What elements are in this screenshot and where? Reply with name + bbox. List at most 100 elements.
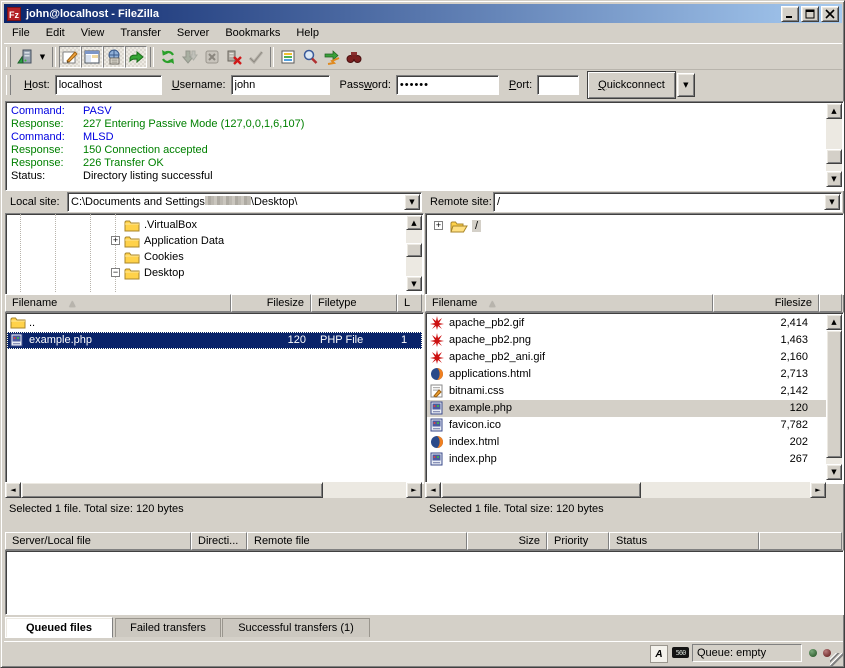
- tab-successful-transfers[interactable]: Successful transfers (1): [222, 618, 370, 637]
- menu-transfer[interactable]: Transfer: [112, 24, 169, 42]
- column-header-direction[interactable]: Directi...: [191, 532, 247, 550]
- list-item[interactable]: favicon.ico 7,782: [427, 417, 826, 434]
- column-header-remote-file[interactable]: Remote file: [247, 532, 467, 550]
- remote-site-combobox[interactable]: / ▼: [493, 192, 842, 212]
- tree-item-cookies[interactable]: Cookies: [124, 249, 184, 265]
- tree-item-root[interactable]: /: [450, 218, 481, 234]
- scroll-right-button[interactable]: ►: [406, 482, 422, 498]
- tree-item-application-data[interactable]: Application Data: [124, 233, 224, 249]
- tab-queued-files[interactable]: Queued files: [5, 617, 113, 638]
- column-header-server-local-file[interactable]: Server/Local file: [5, 532, 191, 550]
- disconnect-button[interactable]: [223, 46, 245, 68]
- list-item[interactable]: index.php 267: [427, 451, 826, 468]
- local-list-hscrollbar[interactable]: ◄ ►: [5, 482, 422, 498]
- reconnect-button[interactable]: [245, 46, 267, 68]
- quickconnect-dropdown[interactable]: ▼: [677, 73, 695, 97]
- toggle-remote-tree-icon: [106, 49, 122, 65]
- scroll-up-button[interactable]: ▲: [406, 215, 422, 230]
- column-header-filesize[interactable]: Filesize: [231, 294, 311, 312]
- host-input[interactable]: [55, 75, 162, 95]
- toggle-message-log-button[interactable]: [59, 46, 81, 68]
- log-scrollbar[interactable]: ▲ ▼: [826, 103, 842, 187]
- scroll-thumb[interactable]: [406, 243, 422, 257]
- tree-expander[interactable]: +: [111, 236, 120, 245]
- menu-help[interactable]: Help: [288, 24, 327, 42]
- column-header-filesize[interactable]: Filesize: [713, 294, 819, 312]
- scroll-down-button[interactable]: ▼: [826, 171, 842, 187]
- process-queue-button[interactable]: [179, 46, 201, 68]
- menu-view[interactable]: View: [73, 24, 113, 42]
- column-header-filename[interactable]: Filename▲: [425, 294, 713, 312]
- password-input[interactable]: [396, 75, 499, 95]
- list-item[interactable]: applications.html 2,713: [427, 366, 826, 383]
- resize-grip[interactable]: [830, 653, 843, 666]
- folder-icon: [124, 267, 140, 280]
- transfer-type-indicator-icon[interactable]: A: [650, 645, 668, 663]
- list-item[interactable]: apache_pb2.png 1,463: [427, 332, 826, 349]
- list-item-selected[interactable]: example.php 120: [427, 400, 826, 417]
- list-item[interactable]: bitnami.css 2,142: [427, 383, 826, 400]
- remote-list-scrollbar[interactable]: ▲ ▼: [826, 314, 842, 480]
- scroll-down-button[interactable]: ▼: [406, 276, 422, 291]
- local-site-dropdown-arrow[interactable]: ▼: [404, 194, 420, 210]
- menu-server[interactable]: Server: [169, 24, 217, 42]
- toggle-queue-button[interactable]: [125, 46, 147, 68]
- tree-item-virtualbox[interactable]: .VirtualBox: [124, 217, 197, 233]
- toolbar-gripper[interactable]: [6, 47, 11, 67]
- column-header-lastmodified[interactable]: L: [397, 294, 422, 312]
- directory-filters-button[interactable]: [277, 46, 299, 68]
- scroll-right-button[interactable]: ►: [810, 482, 826, 498]
- scroll-left-button[interactable]: ◄: [425, 482, 441, 498]
- quickbar-gripper[interactable]: [6, 75, 11, 95]
- column-header-status[interactable]: Status: [609, 532, 759, 550]
- scroll-down-button[interactable]: ▼: [826, 464, 842, 480]
- scroll-thumb[interactable]: [21, 482, 323, 498]
- app-icon[interactable]: Fz: [7, 7, 21, 21]
- list-item[interactable]: apache_pb2.gif 2,414: [427, 315, 826, 332]
- cancel-operation-button[interactable]: [201, 46, 223, 68]
- directory-comparison-button[interactable]: [299, 46, 321, 68]
- menu-bookmarks[interactable]: Bookmarks: [217, 24, 288, 42]
- list-item[interactable]: index.html 202: [427, 434, 826, 451]
- scroll-thumb[interactable]: [441, 482, 641, 498]
- toggle-remote-tree-button[interactable]: [103, 46, 125, 68]
- tree-expander[interactable]: −: [111, 268, 120, 277]
- menu-file[interactable]: File: [4, 24, 38, 42]
- scroll-up-button[interactable]: ▲: [826, 103, 842, 119]
- column-header-filetype[interactable]: Filetype: [311, 294, 397, 312]
- username-input[interactable]: [231, 75, 330, 95]
- port-input[interactable]: [537, 75, 579, 95]
- scroll-thumb[interactable]: [826, 149, 842, 164]
- title-bar[interactable]: Fz john@localhost - FileZilla: [4, 4, 842, 23]
- local-site-combobox[interactable]: C:\Documents and Settings\Desktop\ ▼: [67, 192, 422, 212]
- quickconnect-button[interactable]: Quickconnect: [587, 71, 676, 99]
- list-item-example-php[interactable]: example.php 120 PHP File 1: [7, 332, 422, 349]
- refresh-button[interactable]: [157, 46, 179, 68]
- scroll-thumb[interactable]: [826, 330, 842, 458]
- site-manager-dropdown[interactable]: ▼: [36, 46, 49, 68]
- column-header-size[interactable]: Size: [467, 532, 547, 550]
- close-button[interactable]: [821, 6, 839, 22]
- toggle-local-tree-button[interactable]: [81, 46, 103, 68]
- list-item-parent-dir[interactable]: ..: [7, 315, 420, 332]
- tree-item-desktop[interactable]: Desktop: [124, 265, 184, 281]
- minimize-button[interactable]: [781, 6, 799, 22]
- column-header-priority[interactable]: Priority: [547, 532, 609, 550]
- remote-site-dropdown-arrow[interactable]: ▼: [824, 194, 840, 210]
- scroll-left-button[interactable]: ◄: [5, 482, 21, 498]
- tab-failed-transfers[interactable]: Failed transfers: [115, 618, 221, 637]
- menu-edit[interactable]: Edit: [38, 24, 73, 42]
- find-files-button[interactable]: [343, 46, 365, 68]
- synchronized-browsing-button[interactable]: [321, 46, 343, 68]
- queue-list[interactable]: [5, 550, 844, 615]
- column-header-filename[interactable]: Filename▲: [5, 294, 231, 312]
- scroll-up-button[interactable]: ▲: [826, 314, 842, 330]
- folder-icon: [124, 219, 140, 232]
- speed-limits-icon[interactable]: 560: [672, 647, 689, 658]
- local-tree-scrollbar[interactable]: ▲ ▼: [406, 215, 422, 291]
- list-item[interactable]: apache_pb2_ani.gif 2,160: [427, 349, 826, 366]
- maximize-button[interactable]: [801, 6, 819, 22]
- site-manager-button[interactable]: [14, 46, 36, 68]
- remote-list-hscrollbar[interactable]: ◄ ►: [425, 482, 826, 498]
- tree-expander[interactable]: +: [434, 221, 443, 230]
